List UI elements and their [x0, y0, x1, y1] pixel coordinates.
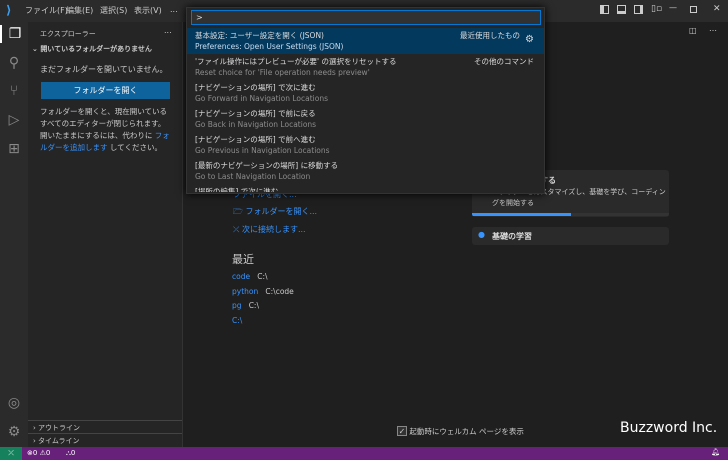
recent-item[interactable]: python C:\code — [232, 285, 294, 300]
command-group-tag: その他のコマンド — [474, 57, 534, 66]
command-detail: Go Back in Navigation Locations — [195, 120, 317, 129]
desc-text-end: してください。 — [109, 143, 162, 152]
menu-selection[interactable]: 選択(S) — [100, 5, 127, 16]
warning-count: 0 — [45, 449, 51, 457]
open-folder-button[interactable]: フォルダーを開く — [41, 82, 170, 99]
section-label: 開いているフォルダーがありません — [40, 45, 152, 53]
activity-bar: ❐ ⚲ ⑂ ▷ ⊞ ◎ ⚙ — [0, 22, 28, 447]
command-detail: Go Previous in Navigation Locations — [195, 146, 330, 155]
recent-path: C:\ — [248, 301, 259, 310]
menu-file[interactable]: ファイル(F) — [25, 5, 68, 16]
command-label: 'ファイル操作にはプレビューが必要' の選択をリセットする — [195, 57, 397, 66]
recent-name[interactable]: python — [232, 287, 258, 296]
remote-indicator-icon[interactable]: ⤫ — [0, 447, 22, 460]
command-label: [ナビゲーションの場所] で次に進む — [195, 83, 316, 92]
no-folder-text: まだフォルダーを開いていません。 — [40, 65, 168, 74]
remote-icon: ⤫ — [233, 225, 240, 234]
no-folder-section[interactable]: ⌄ 開いているフォルダーがありません — [32, 44, 152, 54]
recent-path: C:\ — [257, 272, 268, 281]
toggle-sidebar-icon[interactable] — [600, 5, 609, 14]
settings-gear-icon[interactable]: ⚙ — [5, 423, 23, 441]
outline-label: アウトライン — [38, 424, 81, 432]
show-on-startup-checkbox[interactable]: ✓ — [397, 426, 407, 436]
show-on-startup[interactable]: ✓ 起動時にウェルカム ページを表示 — [397, 426, 524, 437]
recent-name[interactable]: C:\ — [232, 316, 242, 325]
folder-icon: 🗁 — [233, 207, 243, 216]
recent-path: C:\code — [265, 286, 294, 296]
open-folder-label: フォルダーを開く... — [245, 207, 318, 216]
extensions-icon[interactable]: ⊞ — [5, 140, 23, 158]
command-label: [最新のナビゲーションの場所] に移動する — [195, 161, 339, 170]
recent-item[interactable]: C:\ — [232, 314, 294, 329]
vscode-logo-icon: ⟩ — [6, 3, 12, 17]
timeline-label: タイムライン — [38, 437, 80, 445]
toggle-panel-icon[interactable] — [617, 5, 626, 14]
ports-indicator[interactable]: ⛬0 — [66, 449, 75, 458]
search-icon[interactable]: ⚲ — [5, 54, 23, 72]
lightbulb-icon: ● — [478, 230, 485, 239]
error-count: 0 — [32, 449, 38, 457]
command-item[interactable]: [ナビゲーションの場所] で前へ進む Go Previous in Navigat… — [187, 132, 544, 158]
recent-list: code C:\ python C:\code pg C:\ C:\ — [232, 270, 294, 328]
run-debug-icon[interactable]: ▷ — [5, 111, 23, 129]
command-item[interactable]: [場所の編集] で次に進む — [187, 184, 544, 192]
command-item[interactable]: 基本設定: ユーザー設定を開く (JSON) Preferences: Open … — [187, 28, 544, 54]
status-bar: ⤫ ⊗0 ⚠0 ⛬0 🔔︎ — [0, 447, 728, 460]
connect-link[interactable]: ⤫ 次に接続します... — [233, 224, 306, 235]
command-detail: Reset choice for 'File operation needs p… — [195, 68, 370, 77]
watermark: Buzzword Inc. — [620, 420, 718, 436]
learn-basics-card[interactable]: ● 基礎の学習 — [472, 227, 669, 245]
ports-count: 0 — [70, 449, 76, 457]
command-label: [ナビゲーションの場所] で前へ進む — [195, 135, 316, 144]
command-palette: > 基本設定: ユーザー設定を開く (JSON) Preferences: Ope… — [186, 7, 545, 194]
open-folder-link[interactable]: 🗁 フォルダーを開く... — [233, 206, 317, 220]
outline-section[interactable]: › アウトライン — [28, 420, 182, 433]
explorer-sidebar: エクスプローラー ... ⌄ 開いているフォルダーがありません まだフォルダーを… — [28, 22, 183, 447]
split-editor-icon[interactable]: ◫ — [689, 26, 697, 35]
command-item[interactable]: [ナビゲーションの場所] で次に進む Go Forward in Navigati… — [187, 80, 544, 106]
command-label: [ナビゲーションの場所] で前に戻る — [195, 109, 316, 118]
recent-item[interactable]: code C:\ — [232, 270, 294, 285]
minimize-icon[interactable]: — — [669, 3, 677, 12]
toggle-secondary-sidebar-icon[interactable] — [634, 5, 643, 14]
command-label: 基本設定: ユーザー設定を開く (JSON) — [195, 31, 324, 40]
editor-more-icon[interactable]: … — [709, 24, 717, 33]
command-group-tag: 最近使用したもの — [460, 31, 520, 40]
learn-basics-label: 基礎の学習 — [492, 232, 532, 241]
recent-title: 最近 — [232, 253, 254, 266]
recent-item[interactable]: pg C:\ — [232, 299, 294, 314]
problems-indicator[interactable]: ⊗0 ⚠0 — [27, 449, 50, 457]
customize-layout-icon[interactable]: ▯▫ — [651, 4, 662, 14]
sidebar-more-button[interactable]: ... — [164, 26, 172, 35]
recent-name[interactable]: code — [232, 272, 250, 281]
command-input[interactable]: > — [191, 10, 541, 25]
desc-text: フォルダーを開くと、現在開いているすべてのエディターが閉じられます。開いたままに… — [40, 107, 167, 140]
command-detail: Go to Last Navigation Location — [195, 172, 311, 181]
menu-more[interactable]: ... — [170, 5, 178, 14]
walkthrough-progress — [472, 213, 669, 216]
recent-name[interactable]: pg — [232, 301, 242, 310]
connect-label: 次に接続します... — [241, 225, 306, 234]
sidebar-title: エクスプローラー — [40, 30, 96, 38]
explorer-icon[interactable]: ❐ — [0, 25, 28, 43]
command-item[interactable]: [最新のナビゲーションの場所] に移動する Go to Last Navigati… — [187, 158, 544, 184]
command-item[interactable]: 'ファイル操作にはプレビューが必要' の選択をリセットする Reset choic… — [187, 54, 544, 80]
source-control-icon[interactable]: ⑂ — [5, 82, 23, 100]
close-icon[interactable]: ✕ — [713, 4, 721, 14]
command-detail: Preferences: Open User Settings (JSON) — [195, 42, 344, 51]
show-on-startup-label: 起動時にウェルカム ページを表示 — [409, 427, 524, 436]
notifications-bell-icon[interactable]: 🔔︎ — [711, 448, 720, 456]
command-item[interactable]: [ナビゲーションの場所] で前に戻る Go Back in Navigation … — [187, 106, 544, 132]
sidebar-description: フォルダーを開くと、現在開いているすべてのエディターが閉じられます。開いたままに… — [40, 106, 172, 154]
command-label: [場所の編集] で次に進む — [195, 187, 279, 192]
command-detail: Go Forward in Navigation Locations — [195, 94, 329, 103]
walkthrough-progress-fill — [472, 213, 571, 216]
menu-view[interactable]: 表示(V) — [134, 5, 162, 16]
maximize-icon[interactable] — [690, 6, 697, 13]
configure-keybinding-gear-icon[interactable]: ⚙ — [525, 34, 534, 45]
timeline-section[interactable]: › タイムライン — [28, 433, 182, 447]
account-icon[interactable]: ◎ — [5, 394, 23, 412]
menu-edit[interactable]: 編集(E) — [66, 5, 93, 16]
